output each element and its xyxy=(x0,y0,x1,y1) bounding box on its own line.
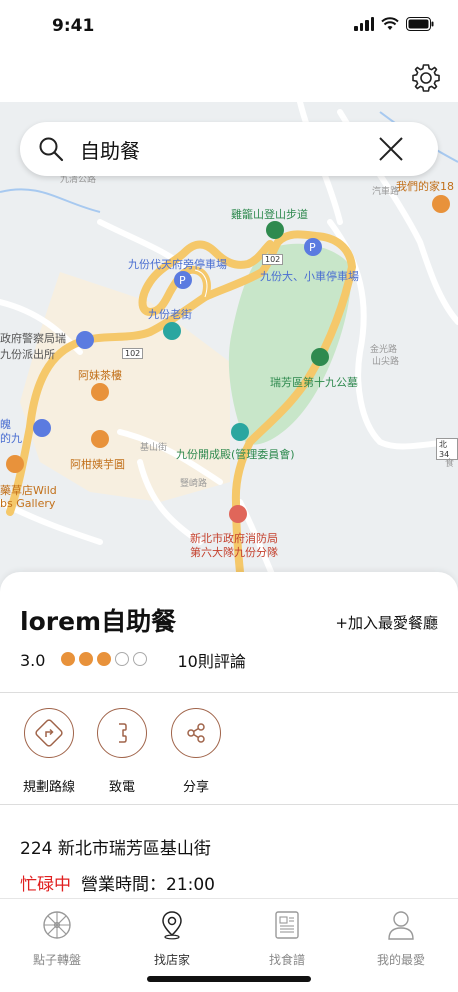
restaurant-sheet: lorem自助餐 +加入最愛餐廳 3.0 10則評論 規劃路線 致電 分享 22… xyxy=(0,572,458,898)
map-label-road: 豎崎路 xyxy=(180,479,208,489)
reviews-link[interactable]: 10則評論 xyxy=(177,648,245,672)
tab-label: 我的最愛 xyxy=(376,953,425,967)
divider xyxy=(0,692,458,693)
address: 224 新北市瑞芳區基山街 xyxy=(20,839,211,859)
opening-hours: 營業時間：21:00 xyxy=(81,875,215,895)
map-label-police: 九份派出所 xyxy=(0,348,55,361)
directions-icon xyxy=(35,719,63,747)
phone-screen: 9:41 P P 雞籠山登山步道 九份代天府旁停車場 九份大、小車停車場 九份老… xyxy=(0,0,458,992)
map-label-home: 我們的家18 xyxy=(396,180,454,193)
map-label-herb: 藥草店Wild xyxy=(0,484,57,497)
map-label-cemetery: 瑞芳區第十九公墓 xyxy=(270,376,358,389)
search-bar[interactable] xyxy=(20,122,438,176)
location-pin-icon xyxy=(162,911,182,940)
tab-favorites[interactable]: 我的最愛 xyxy=(344,909,458,968)
road-shield: 102 xyxy=(262,254,284,265)
map-label-oldstreet: 九份老街 xyxy=(148,308,192,321)
gear-icon[interactable] xyxy=(410,62,442,94)
map-label-firestation: 第六大隊九份分隊 xyxy=(190,546,278,559)
user-icon xyxy=(388,911,414,940)
phone-icon xyxy=(119,723,127,743)
map-label-parking: 九份大、小車停車場 xyxy=(260,270,359,283)
restaurant-name: lorem自助餐 xyxy=(20,607,177,636)
status-badge: 忙碌中 xyxy=(20,875,71,895)
rating-dot-filled xyxy=(79,651,94,666)
app-bar xyxy=(0,52,458,102)
recipe-icon xyxy=(275,911,299,939)
close-icon[interactable] xyxy=(378,136,404,162)
map-label-taro: 阿柑姨芋圓 xyxy=(70,458,125,471)
rating-dot-filled xyxy=(97,651,112,666)
wheel-icon xyxy=(43,911,71,939)
share-icon xyxy=(187,723,205,743)
svg-text:P: P xyxy=(309,241,316,254)
road-shield: 102 xyxy=(122,348,144,359)
share-button[interactable]: 分享 xyxy=(156,708,236,795)
tab-label: 找食譜 xyxy=(268,953,305,967)
tab-find-store[interactable]: 找店家 xyxy=(115,909,229,968)
map-label-partial: 的九 xyxy=(0,432,22,445)
svg-text:P: P xyxy=(179,274,186,287)
map-label-road: 汽車路 xyxy=(372,187,400,197)
home-indicator xyxy=(147,976,311,982)
map-label-temple: 九份開成殿(管理委員會) xyxy=(176,448,295,461)
status-bar: 9:41 xyxy=(0,0,458,52)
map-label-road: 基山街 xyxy=(140,443,168,453)
rating-row: 3.0 10則評論 xyxy=(20,648,246,672)
action-label: 規劃路線 xyxy=(22,780,75,795)
action-label: 致電 xyxy=(108,780,135,795)
directions-button[interactable]: 規劃路線 xyxy=(9,708,89,795)
status-icons xyxy=(354,17,434,31)
rating-dots xyxy=(61,651,151,670)
rating-value: 3.0 xyxy=(20,650,46,670)
action-label: 分享 xyxy=(182,780,209,795)
map-label-road: 山尖路 xyxy=(372,357,400,367)
map-label-teahouse: 阿妹茶樓 xyxy=(78,369,122,382)
divider xyxy=(0,804,458,805)
tab-label: 點子轉盤 xyxy=(32,953,81,967)
rating-dot-empty xyxy=(133,651,148,666)
tab-label: 找店家 xyxy=(153,953,190,967)
rating-dot-filled xyxy=(61,651,76,666)
signal-icon xyxy=(354,17,374,31)
search-input[interactable] xyxy=(80,134,370,164)
call-button[interactable]: 致電 xyxy=(82,708,162,795)
wifi-icon xyxy=(381,17,399,30)
status-time: 9:41 xyxy=(52,16,95,36)
hours-row: 忙碌中 營業時間：21:00 xyxy=(20,870,215,895)
tab-idea-wheel[interactable]: 點子轉盤 xyxy=(0,909,114,968)
map-label-road: 食 xyxy=(445,459,455,469)
map-label-parking: 九份代天府旁停車場 xyxy=(128,258,227,271)
map-label-police: 政府警察局瑞 xyxy=(0,332,66,345)
add-favorite-button[interactable]: +加入最愛餐廳 xyxy=(335,612,438,633)
rating-dot-empty xyxy=(115,651,130,666)
search-icon xyxy=(39,137,64,162)
map-label-herb: bs Gallery xyxy=(0,497,56,510)
tab-find-recipe[interactable]: 找食譜 xyxy=(230,909,344,968)
map-label-hiking: 雞籠山登山步道 xyxy=(231,208,308,221)
battery-icon xyxy=(406,17,434,31)
